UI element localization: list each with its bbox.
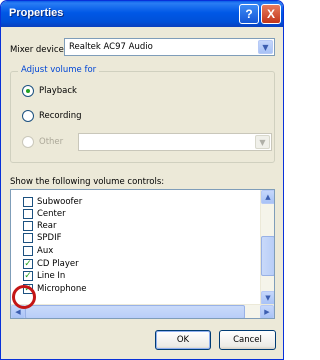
chevron-down-icon[interactable]: ▼ bbox=[258, 40, 273, 54]
cancel-button[interactable]: Cancel bbox=[219, 330, 276, 350]
list-item-label: Microphone bbox=[37, 283, 87, 294]
list-item-label: Line In bbox=[37, 270, 66, 281]
help-button[interactable]: ? bbox=[239, 4, 259, 24]
radio-button-disabled bbox=[22, 136, 34, 148]
vertical-scroll-thumb[interactable] bbox=[261, 236, 274, 276]
volume-controls-list[interactable]: Subwoofer Center Rear SPDIF Aux ✓ CD Pla… bbox=[10, 189, 275, 319]
radio-button[interactable] bbox=[22, 110, 34, 122]
list-item-aux[interactable]: Aux bbox=[23, 245, 53, 256]
other-radio: Other bbox=[22, 136, 63, 148]
adjust-volume-label: Adjust volume for bbox=[18, 65, 100, 75]
list-item-rear[interactable]: Rear bbox=[23, 220, 56, 231]
checkbox-checked[interactable]: ✓ bbox=[23, 258, 33, 269]
playback-radio[interactable]: Playback bbox=[22, 85, 77, 97]
checkbox-checked[interactable]: ✓ bbox=[23, 270, 33, 281]
list-item-label: Rear bbox=[37, 220, 57, 231]
window-title: Properties bbox=[9, 7, 64, 19]
chevron-down-icon: ▼ bbox=[255, 135, 270, 149]
chevron-up-icon[interactable]: ▲ bbox=[261, 190, 274, 204]
checkbox[interactable] bbox=[23, 196, 33, 207]
list-item-label: SPDIF bbox=[37, 232, 62, 243]
list-item-line-in[interactable]: ✓ Line In bbox=[23, 270, 65, 281]
recording-radio[interactable]: Recording bbox=[22, 110, 82, 122]
chevron-right-icon[interactable]: ▶ bbox=[260, 305, 274, 318]
recording-label: Recording bbox=[39, 111, 82, 121]
close-button[interactable]: X bbox=[261, 4, 281, 24]
horizontal-scrollbar[interactable]: ◀ ▶ bbox=[11, 304, 274, 318]
list-item-label: Center bbox=[37, 208, 66, 219]
volume-controls-label: Show the following volume controls: bbox=[10, 177, 165, 187]
playback-label: Playback bbox=[39, 86, 77, 96]
list-item-spdif[interactable]: SPDIF bbox=[23, 232, 61, 243]
ok-button[interactable]: OK bbox=[155, 330, 211, 350]
list-item-subwoofer[interactable]: Subwoofer bbox=[23, 196, 82, 207]
checkbox[interactable] bbox=[23, 232, 33, 243]
mixer-device-select[interactable]: Realtek AC97 Audio ▼ bbox=[64, 38, 275, 56]
list-item-cd-player[interactable]: ✓ CD Player bbox=[23, 258, 79, 269]
other-label: Other bbox=[39, 137, 64, 147]
list-item-label: Aux bbox=[37, 245, 54, 256]
checkbox[interactable] bbox=[23, 220, 33, 231]
properties-dialog: Properties ? X Mixer device: Realtek AC9… bbox=[0, 0, 284, 360]
vertical-scrollbar[interactable]: ▲ ▼ bbox=[260, 190, 274, 305]
title-bar[interactable]: Properties ? X bbox=[1, 1, 283, 27]
list-item-label: CD Player bbox=[37, 258, 79, 269]
radio-button-checked[interactable] bbox=[22, 85, 34, 97]
list-item-label: Subwoofer bbox=[37, 196, 83, 207]
chevron-down-icon[interactable]: ▼ bbox=[261, 291, 274, 305]
list-item-center[interactable]: Center bbox=[23, 208, 66, 219]
mixer-device-value: Realtek AC97 Audio bbox=[69, 42, 153, 52]
other-device-select: ▼ bbox=[78, 133, 272, 151]
horizontal-scroll-thumb[interactable] bbox=[25, 305, 245, 318]
mixer-device-label: Mixer device: bbox=[10, 45, 67, 55]
annotation-circle bbox=[12, 285, 36, 309]
checkbox[interactable] bbox=[23, 245, 33, 256]
checkbox[interactable] bbox=[23, 208, 33, 219]
